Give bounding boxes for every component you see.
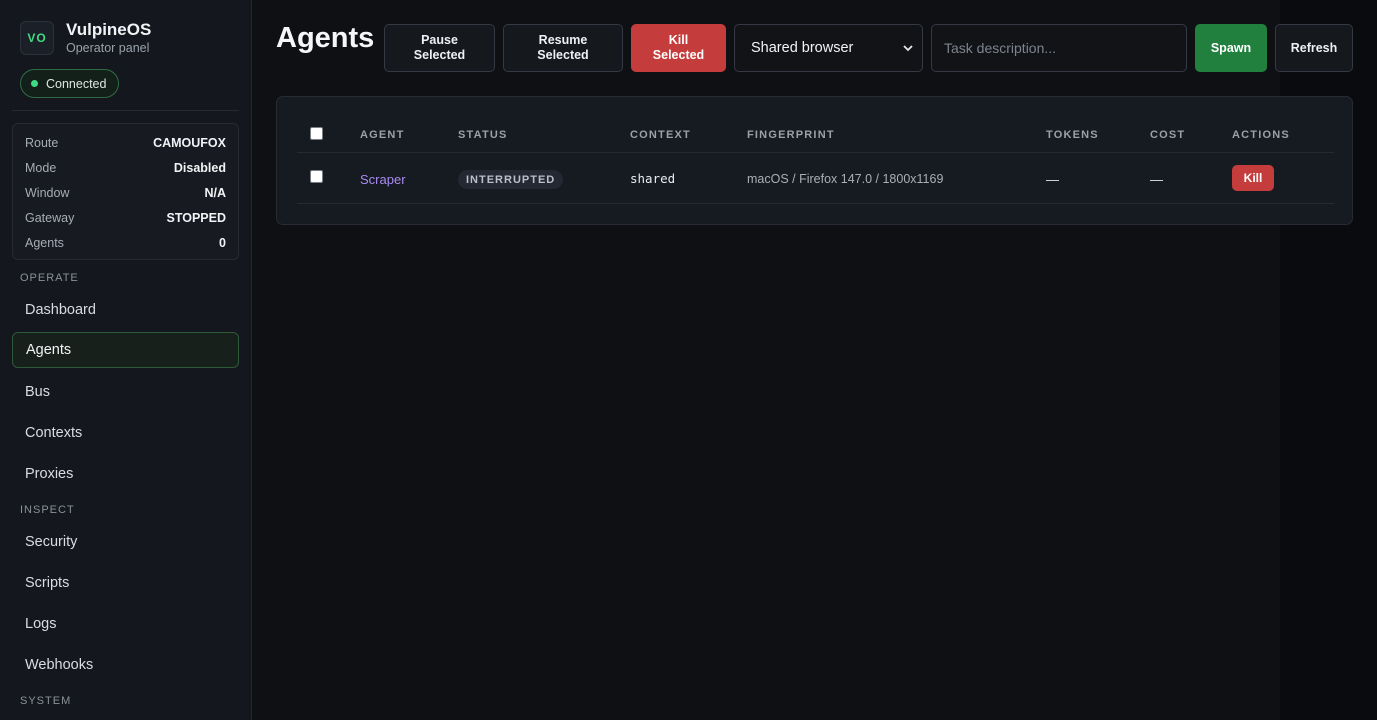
page-title: Agents: [276, 22, 375, 54]
status-value: Disabled: [173, 160, 226, 175]
sidebar-item-webhooks[interactable]: Webhooks: [12, 647, 239, 683]
context-select-value: Shared browser: [751, 40, 854, 56]
column-header-cost: COST: [1150, 129, 1186, 141]
refresh-button[interactable]: Refresh: [1275, 24, 1353, 72]
section-label-system: SYSTEM: [20, 695, 72, 707]
button-label: Selected: [537, 48, 589, 62]
sidebar-item-logs[interactable]: Logs: [12, 606, 239, 642]
sidebar-item-security[interactable]: Security: [12, 524, 239, 560]
column-header-status: STATUS: [458, 129, 508, 141]
cost-value: —: [1150, 172, 1163, 187]
sidebar-item-dashboard[interactable]: Dashboard: [12, 292, 239, 328]
column-header-tokens: TOKENS: [1046, 129, 1099, 141]
sidebar-item-bus[interactable]: Bus: [12, 374, 239, 410]
button-label: Pause: [421, 33, 458, 47]
sidebar-item-label: Proxies: [25, 466, 74, 482]
pause-selected-button[interactable]: Pause Selected: [384, 24, 495, 72]
button-label: Kill: [668, 33, 689, 47]
status-row-route: Route CAMOUFOX: [25, 130, 226, 155]
column-header-context: CONTEXT: [630, 129, 691, 141]
agents-table: AGENT STATUS CONTEXT FINGERPRINT TOKENS …: [276, 96, 1353, 225]
spawn-button[interactable]: Spawn: [1195, 24, 1267, 72]
main-content: Agents Pause Selected Resume Selected Kill…: [252, 0, 1377, 720]
status-value: 0: [219, 235, 226, 250]
status-key: Route: [25, 135, 59, 150]
agent-name-link[interactable]: Scraper: [360, 172, 406, 187]
task-description-input[interactable]: [931, 24, 1187, 72]
status-row-window: Window N/A: [25, 180, 226, 205]
button-label: Resume: [538, 33, 588, 47]
sidebar-item-agents[interactable]: Agents: [12, 332, 239, 368]
sidebar-item-label: Contexts: [25, 425, 83, 441]
context-select[interactable]: Shared browser: [734, 24, 923, 72]
row-divider: [297, 203, 1334, 204]
column-header-agent: AGENT: [360, 129, 405, 141]
brand-title: VulpineOS: [66, 20, 152, 39]
status-value: N/A: [204, 185, 226, 200]
sidebar-item-label: Agents: [26, 342, 72, 358]
button-label: Selected: [413, 48, 466, 62]
status-dot-icon: [31, 80, 38, 87]
status-row-mode: Mode Disabled: [25, 155, 226, 180]
chevron-down-icon: [903, 45, 913, 52]
status-row-gateway: Gateway STOPPED: [25, 205, 226, 230]
sidebar-item-label: Security: [25, 534, 78, 550]
brand-logo: VO: [20, 21, 54, 55]
status-key: Mode: [25, 160, 57, 175]
sidebar-item-scripts[interactable]: Scripts: [12, 565, 239, 601]
status-badge: INTERRUPTED: [458, 170, 564, 189]
kill-agent-button[interactable]: Kill: [1232, 165, 1274, 191]
status-value: STOPPED: [166, 210, 226, 225]
connection-label: Connected: [46, 76, 107, 91]
sidebar: VO VulpineOS Operator panel Connected Ro…: [0, 0, 252, 720]
sidebar-item-label: Webhooks: [25, 657, 94, 673]
column-header-fingerprint: FINGERPRINT: [747, 129, 835, 141]
status-row-agents: Agents 0: [25, 230, 226, 255]
connection-badge: Connected: [20, 69, 120, 98]
sidebar-item-label: Scripts: [25, 575, 70, 591]
column-header-actions: ACTIONS: [1232, 129, 1290, 141]
brand-subtitle: Operator panel: [66, 41, 150, 55]
sidebar-item-label: Dashboard: [25, 302, 96, 318]
sidebar-item-label: Logs: [25, 616, 57, 632]
section-label-operate: OPERATE: [20, 272, 79, 284]
status-panel: Route CAMOUFOX Mode Disabled Window N/A …: [12, 123, 239, 260]
row-checkbox[interactable]: [310, 170, 323, 183]
kill-selected-button[interactable]: Kill Selected: [631, 24, 726, 72]
brand: VO VulpineOS Operator panel: [20, 20, 151, 56]
context-value: shared: [630, 171, 676, 186]
status-key: Agents: [25, 235, 64, 250]
sidebar-divider: [12, 110, 239, 111]
status-key: Window: [25, 185, 70, 200]
status-key: Gateway: [25, 210, 75, 225]
sidebar-item-label: Bus: [25, 384, 50, 400]
button-label: Selected: [652, 48, 705, 62]
status-value: CAMOUFOX: [153, 135, 226, 150]
sidebar-item-proxies[interactable]: Proxies: [12, 456, 239, 492]
select-all-checkbox[interactable]: [310, 127, 323, 140]
tokens-value: —: [1046, 172, 1059, 187]
fingerprint-value: macOS / Firefox 147.0 / 1800x1169: [747, 172, 944, 186]
resume-selected-button[interactable]: Resume Selected: [503, 24, 623, 72]
section-label-inspect: INSPECT: [20, 504, 75, 516]
header-divider: [297, 152, 1334, 153]
sidebar-item-contexts[interactable]: Contexts: [12, 415, 239, 451]
